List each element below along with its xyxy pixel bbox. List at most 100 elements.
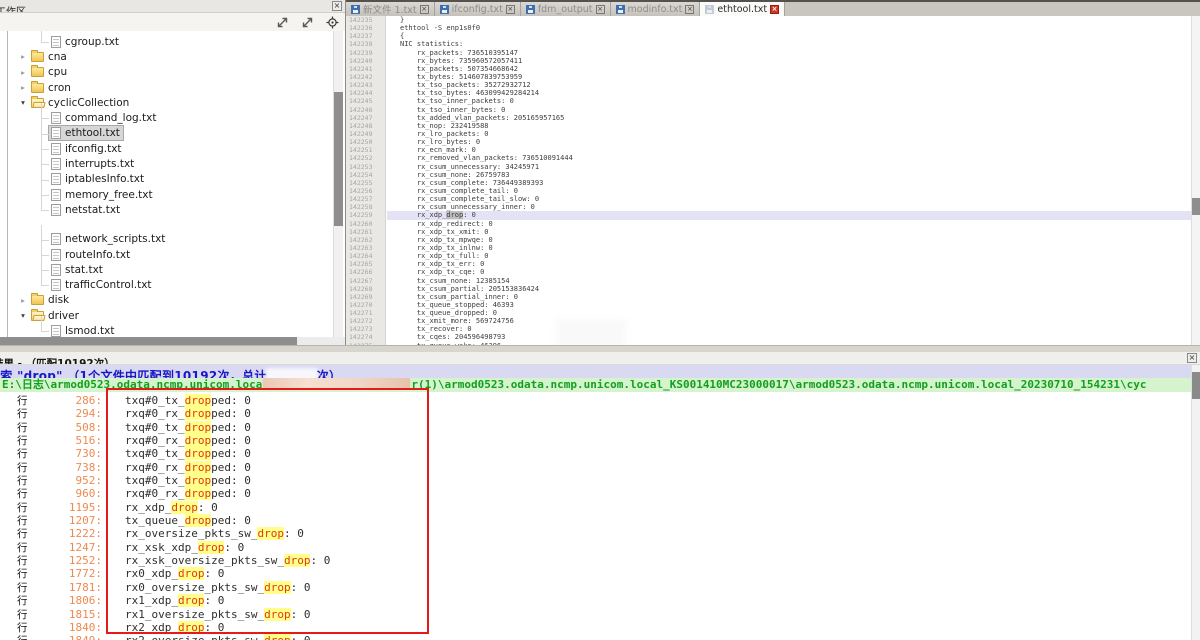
scrollbar-thumb[interactable]	[0, 337, 297, 345]
tree-horizontal-scrollbar[interactable]	[0, 337, 345, 345]
line-number: 142255	[346, 179, 385, 187]
tree-item-interrupts-txt[interactable]: interrupts.txt	[8, 156, 333, 171]
panel-splitter[interactable]	[0, 345, 1200, 352]
folder-icon	[31, 295, 44, 305]
code-line: rx_xdp_tx_full: 0	[387, 252, 1191, 260]
line-number: 142270	[346, 301, 385, 309]
chevron-right-icon[interactable]: ▸	[18, 296, 28, 305]
app-window: 工作区 × cgroup.txt▸cna▸cpu▸cron▾cyclicColl…	[0, 0, 1200, 640]
line-number: 142260	[346, 220, 385, 228]
scrollbar-thumb[interactable]	[1192, 372, 1200, 399]
row-line-number: 1849:	[30, 634, 102, 640]
line-number: 142257	[346, 195, 385, 203]
results-vertical-scrollbar[interactable]	[1191, 365, 1200, 640]
editor-body[interactable]: 1422351422361422371422381422391422401422…	[346, 16, 1200, 345]
tree-item-label: memory_free.txt	[65, 189, 153, 201]
tab-ethtool-txt[interactable]: ethtool.txt×	[700, 2, 785, 16]
code-line: tx_queue_dropped: 0	[387, 309, 1191, 317]
tree-item-label: cron	[48, 82, 71, 94]
tree-item-cpu[interactable]: ▸cpu	[8, 65, 333, 80]
chevron-right-icon[interactable]: ▸	[18, 52, 28, 61]
scrollbar-thumb[interactable]	[334, 92, 343, 226]
locate-file-icon[interactable]	[326, 16, 339, 29]
tree-item-network_scripts-txt[interactable]: network_scripts.txt	[8, 232, 333, 247]
search-summary-line: 搜索 "drop" （1个文件中匹配到10192次，总计次）	[0, 365, 1200, 378]
tree-item-label: stat.txt	[65, 264, 103, 276]
annotation-rectangle	[106, 388, 429, 634]
save-floppy-icon	[705, 5, 714, 14]
save-floppy-icon	[616, 5, 625, 14]
file-icon	[51, 264, 61, 276]
save-floppy-icon	[440, 5, 449, 14]
folder-icon	[31, 83, 44, 93]
file-icon	[51, 173, 61, 185]
tree-item-iptablesinfo-txt[interactable]: iptablesInfo.txt	[8, 172, 333, 187]
tab--1-txt[interactable]: 新文件 1.txt×	[346, 2, 435, 16]
code-line: tx_tso_inner_bytes: 0	[387, 106, 1191, 114]
tree-item-cgroup-txt[interactable]: cgroup.txt	[8, 34, 333, 49]
tree-item-lsmod-txt[interactable]: lsmod.txt	[8, 323, 333, 337]
file-icon	[51, 204, 61, 216]
code-line: tx_bytes: 514607839753959	[387, 73, 1191, 81]
tree-item-ethtool-txt[interactable]: ethtool.txt	[8, 126, 333, 141]
tree-item-ifconfig-txt[interactable]: ifconfig.txt	[8, 141, 333, 156]
line-number: 142251	[346, 146, 385, 154]
line-number-gutter: 1422351422361422371422381422391422401422…	[346, 16, 386, 345]
tree-item-stat-txt[interactable]: stat.txt	[8, 262, 333, 277]
tab-close-icon[interactable]: ×	[506, 5, 515, 14]
workspace-panel: 工作区 × cgroup.txt▸cna▸cpu▸cron▾cyclicColl…	[0, 0, 345, 345]
tree-item-driver[interactable]: ▾driver	[8, 308, 333, 323]
tree-item-disk[interactable]: ▸disk	[8, 293, 333, 308]
code-line: rx_csum_complete_tail_slow: 0	[387, 195, 1191, 203]
scrollbar-thumb[interactable]	[1192, 198, 1200, 215]
line-number: 142272	[346, 317, 385, 325]
tree-item-trafficcontrol-txt[interactable]: trafficControl.txt	[8, 277, 333, 292]
line-number: 142271	[346, 309, 385, 317]
file-icon	[51, 325, 61, 337]
tab-fdm_output[interactable]: fdm_output×	[521, 2, 611, 16]
editor-vertical-scrollbar[interactable]	[1191, 16, 1200, 345]
file-tree: cgroup.txt▸cna▸cpu▸cron▾cyclicCollection…	[7, 31, 333, 337]
code-line: tx_tso_bytes: 463099429284214	[387, 89, 1191, 97]
chevron-right-icon[interactable]: ▸	[18, 83, 28, 92]
workspace-close-icon[interactable]: ×	[332, 1, 342, 11]
tab-close-icon[interactable]: ×	[770, 5, 779, 14]
tree-item-cron[interactable]: ▸ cron	[8, 80, 333, 95]
tab-modinfo-txt[interactable]: modinfo.txt×	[611, 2, 701, 16]
chevron-down-icon[interactable]: ▾	[18, 98, 28, 107]
code-area[interactable]: }ethtool -S enp1s0f0{NIC statistics: rx_…	[387, 16, 1191, 345]
tab-close-icon[interactable]: ×	[596, 5, 605, 14]
tree-item-netstat-txt[interactable]: netstat.txt	[8, 202, 333, 217]
line-number: 142249	[346, 130, 385, 138]
tab-bar: 新文件 1.txt×ifconfig.txt×fdm_output×modinf…	[346, 0, 1200, 16]
collapse-all-icon[interactable]	[301, 16, 314, 29]
tree-item-command_log-txt[interactable]: command_log.txt	[8, 110, 333, 125]
tree-item-content: cna	[28, 49, 71, 65]
chevron-down-icon[interactable]: ▾	[18, 311, 28, 320]
expand-all-icon[interactable]	[276, 16, 289, 29]
tree-item-memory_free-txt[interactable]: memory_free.txt	[8, 187, 333, 202]
line-number: 142241	[346, 65, 385, 73]
tree-item-routeinfo-txt[interactable]: routeInfo.txt	[8, 247, 333, 262]
tree-item-label: ethtool.txt	[65, 127, 120, 139]
tree-item-content: iptablesInfo.txt	[48, 171, 148, 187]
line-number: 142258	[346, 203, 385, 211]
tab-ifconfig-txt[interactable]: ifconfig.txt×	[435, 2, 521, 16]
file-icon	[51, 127, 61, 139]
tree-item-cna[interactable]: ▸cna	[8, 49, 333, 64]
folder-icon	[31, 52, 44, 62]
code-line: tx_tso_inner_packets: 0	[387, 97, 1191, 105]
chevron-right-icon[interactable]: ▸	[18, 68, 28, 77]
tree-item-label: command_log.txt	[65, 112, 156, 124]
line-number: 142268	[346, 285, 385, 293]
tree-item-cycliccollection[interactable]: ▾cyclicCollection	[8, 95, 333, 110]
tree-vertical-scrollbar[interactable]	[333, 31, 343, 337]
code-line: {	[387, 32, 1191, 40]
line-number: 142262	[346, 236, 385, 244]
line-number: 142235	[346, 16, 385, 24]
tab-close-icon[interactable]: ×	[420, 5, 429, 14]
tree-item-label: routeInfo.txt	[65, 249, 130, 261]
tree-item-content: ifconfig.txt	[48, 141, 126, 157]
tab-close-icon[interactable]: ×	[685, 5, 694, 14]
results-close-icon[interactable]: ×	[1187, 353, 1197, 363]
